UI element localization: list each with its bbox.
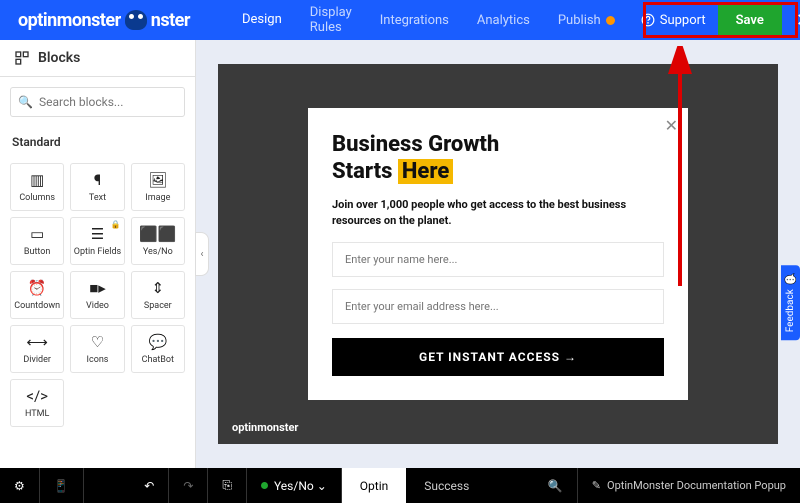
save-button[interactable]: Save (718, 5, 782, 36)
tile-spacer[interactable]: ⇕Spacer (131, 271, 185, 319)
optinmonster-watermark: optinmonster (232, 421, 298, 434)
export-button[interactable]: ⎘ (208, 468, 247, 503)
blocks-header: Blocks (0, 40, 195, 77)
feedback-tab[interactable]: Feedback 💬 (781, 265, 800, 340)
code-icon: </> (26, 387, 48, 405)
chat-icon: 💬 (785, 273, 796, 285)
chevron-down-icon: ⌄ (317, 479, 327, 493)
tile-divider[interactable]: ⟷Divider (10, 325, 64, 373)
chat-icon: 💬 (148, 333, 167, 351)
canvas-area: ‹ ✕ Business Growth Starts Here Join ove… (196, 40, 800, 468)
tile-image[interactable]: 🖼Image (131, 163, 185, 211)
tile-columns[interactable]: ▥Columns (10, 163, 64, 211)
tile-button[interactable]: ▭Button (10, 217, 64, 265)
popup-subtext[interactable]: Join over 1,000 people who get access to… (332, 197, 664, 230)
spacer-icon: ⇕ (152, 279, 165, 297)
popup-preview[interactable]: ✕ Business Growth Starts Here Join over … (308, 108, 688, 400)
blocks-icon (14, 50, 30, 66)
search-icon: 🔍 (18, 95, 33, 109)
preview-stage: ✕ Business Growth Starts Here Join over … (218, 64, 778, 444)
bottom-bar: ⚙ 📱 ↶ ↷ ⎘ Yes/No ⌄ Optin Success 🔍 ✎Opti… (0, 468, 800, 503)
search-icon: 🔍 (548, 479, 563, 493)
tab-success[interactable]: Success (406, 468, 487, 503)
redo-button[interactable]: ↷ (169, 468, 208, 503)
settings-button[interactable]: ⚙ (0, 468, 40, 503)
mobile-preview-button[interactable]: 📱 (40, 468, 84, 503)
tile-video[interactable]: ■▸Video (70, 271, 124, 319)
mobile-icon: 📱 (54, 479, 69, 493)
heart-icon: ♡ (91, 333, 104, 351)
video-icon: ■▸ (89, 279, 106, 297)
tab-optin[interactable]: Optin (342, 468, 406, 503)
notification-dot-icon (606, 16, 615, 25)
top-right-actions: Support Save ✕ (629, 4, 800, 37)
yesno-icon: ⬛⬛ (139, 225, 176, 243)
gear-icon: ⚙ (14, 479, 25, 493)
support-button[interactable]: Support (629, 7, 718, 34)
undo-icon: ↶ (144, 479, 154, 493)
status-dot-icon (261, 482, 268, 489)
tile-icons[interactable]: ♡Icons (70, 325, 124, 373)
monster-icon (125, 10, 147, 30)
section-standard: Standard (0, 127, 195, 157)
search-footer-button[interactable]: 🔍 (534, 468, 578, 503)
popup-close-icon[interactable]: ✕ (665, 116, 678, 135)
tile-countdown[interactable]: ⏰Countdown (10, 271, 64, 319)
close-button[interactable]: ✕ (782, 4, 800, 37)
yesno-view[interactable]: Yes/No ⌄ (247, 468, 342, 503)
search-input[interactable] (10, 87, 185, 117)
blocks-grid: ▥Columns ¶Text 🖼Image ▭Button 🔒☰Optin Fi… (0, 157, 195, 433)
popup-cta-button[interactable]: GET INSTANT ACCESS → (332, 338, 664, 376)
campaign-name[interactable]: ✎OptinMonster Documentation Popup (578, 479, 800, 492)
popup-name-input[interactable] (332, 242, 664, 277)
button-icon: ▭ (30, 225, 44, 243)
text-icon: ¶ (94, 171, 101, 189)
divider-icon: ⟷ (26, 333, 48, 351)
pencil-icon: ✎ (592, 479, 601, 492)
tile-text[interactable]: ¶Text (70, 163, 124, 211)
export-icon: ⎘ (222, 478, 232, 493)
popup-email-input[interactable] (332, 289, 664, 324)
tile-yesno[interactable]: ⬛⬛Yes/No (131, 217, 185, 265)
help-circle-icon (641, 13, 655, 27)
lock-icon: 🔒 (111, 220, 121, 229)
tile-optin-fields[interactable]: 🔒☰Optin Fields (70, 217, 124, 265)
left-sidebar: Blocks 🔍 Standard ▥Columns ¶Text 🖼Image … (0, 40, 196, 468)
popup-headline[interactable]: Business Growth Starts Here (332, 132, 664, 185)
tile-html[interactable]: </>HTML (10, 379, 64, 427)
brand-logo: optinmonsternster (10, 10, 198, 31)
fields-icon: ☰ (91, 225, 104, 243)
undo-button[interactable]: ↶ (130, 468, 169, 503)
columns-icon: ▥ (30, 171, 44, 189)
image-icon: 🖼 (148, 171, 167, 189)
clock-icon: ⏰ (28, 279, 47, 297)
tile-chatbot[interactable]: 💬ChatBot (131, 325, 185, 373)
redo-icon: ↷ (183, 479, 193, 493)
main-area: Blocks 🔍 Standard ▥Columns ¶Text 🖼Image … (0, 40, 800, 468)
search-wrap: 🔍 (0, 77, 195, 127)
top-navbar: optinmonsternster Design Display Rules I… (0, 0, 800, 40)
sidebar-collapse-handle[interactable]: ‹ (195, 232, 209, 276)
